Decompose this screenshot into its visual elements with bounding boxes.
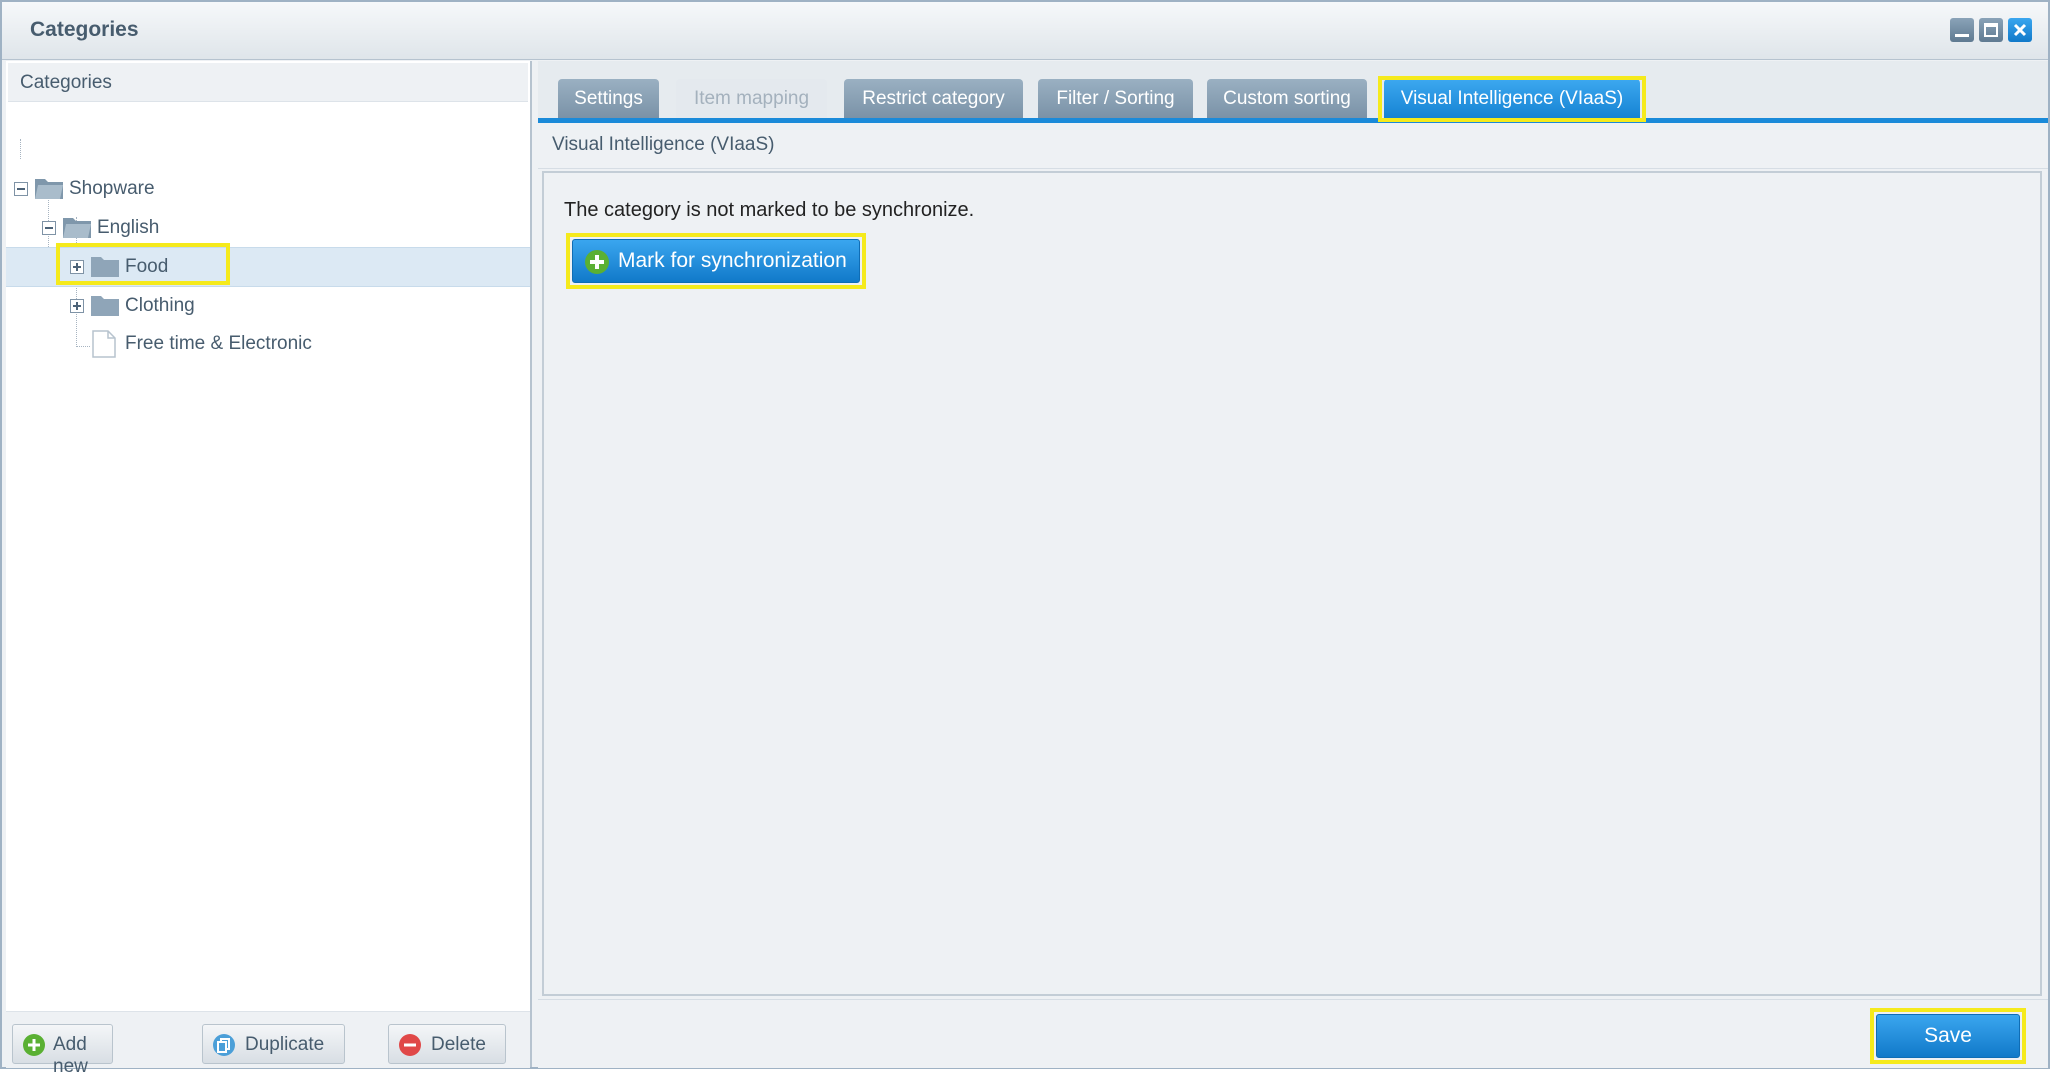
folder-open-icon	[63, 218, 91, 238]
add-icon	[585, 250, 609, 274]
minimize-icon[interactable]	[1950, 18, 1974, 42]
tab-visual-intelligence[interactable]: Visual Intelligence (VIaaS)	[1384, 79, 1640, 118]
tree-node-label: English	[97, 217, 160, 238]
collapse-icon[interactable]	[14, 182, 28, 196]
tree-header-label: Categories	[20, 72, 112, 93]
expand-icon[interactable]	[70, 260, 84, 274]
folder-open-icon	[35, 179, 63, 199]
tree-node-label: Shopware	[69, 178, 155, 199]
duplicate-icon	[213, 1034, 235, 1056]
duplicate-label: Duplicate	[245, 1034, 325, 1055]
content-box: The category is not marked to be synchro…	[542, 171, 2042, 996]
tab-custom-sorting[interactable]: Custom sorting	[1207, 79, 1367, 118]
tree-node-free-time-electronic[interactable]: Free time & Electronic	[6, 325, 530, 363]
folder-icon	[91, 257, 119, 277]
tab-filter-sorting[interactable]: Filter / Sorting	[1038, 79, 1193, 118]
mark-for-synchronization-button[interactable]: Mark for synchronization	[572, 239, 860, 283]
category-detail-panel: Settings Item mapping Restrict category …	[538, 61, 2048, 1068]
panel-title-bar: Visual Intelligence (VIaaS)	[538, 123, 2048, 169]
maximize-icon[interactable]	[1979, 18, 2003, 42]
tab-settings[interactable]: Settings	[558, 79, 659, 118]
window-titlebar[interactable]: Categories	[2, 2, 2048, 60]
tree-node-clothing[interactable]: Clothing	[6, 287, 530, 325]
add-new-button[interactable]: Add new	[12, 1024, 113, 1077]
tree-node-label: Free time & Electronic	[125, 333, 312, 354]
add-new-label: Add new	[53, 1034, 88, 1077]
tree-node-label: Clothing	[125, 295, 195, 316]
tree-node-english[interactable]: English	[6, 209, 530, 247]
delete-icon	[399, 1034, 421, 1056]
panel-title: Visual Intelligence (VIaaS)	[552, 134, 775, 155]
document-icon	[92, 330, 116, 358]
tree-connector	[20, 139, 21, 159]
delete-button[interactable]: Delete	[388, 1024, 506, 1064]
tree-header: Categories	[8, 63, 528, 102]
tab-item-mapping: Item mapping	[676, 79, 827, 118]
tree-node-label: Food	[125, 256, 169, 277]
tab-restrict-category[interactable]: Restrict category	[844, 79, 1023, 118]
sync-status-message: The category is not marked to be synchro…	[564, 199, 975, 221]
duplicate-button[interactable]: Duplicate	[202, 1024, 345, 1064]
close-icon[interactable]	[2008, 18, 2032, 42]
tree-node-shopware[interactable]: Shopware	[6, 170, 530, 208]
save-button[interactable]: Save	[1876, 1014, 2020, 1058]
mark-button-label: Mark for synchronization	[618, 249, 847, 272]
add-icon	[23, 1034, 45, 1056]
tree-node-food[interactable]: Food	[6, 247, 530, 287]
categories-window: Categories Categories Shopware English F…	[0, 0, 2050, 1077]
expand-icon[interactable]	[70, 299, 84, 313]
delete-label: Delete	[431, 1034, 486, 1055]
tree-toolbar: Add new Duplicate Delete	[6, 1011, 530, 1077]
window-title: Categories	[30, 18, 139, 41]
category-tree-panel: Categories Shopware English Food Clothin…	[6, 61, 532, 1077]
tab-bar: Settings Item mapping Restrict category …	[538, 61, 2048, 123]
form-footer: Save	[538, 999, 2048, 1068]
collapse-icon[interactable]	[42, 221, 56, 235]
folder-icon	[91, 296, 119, 316]
